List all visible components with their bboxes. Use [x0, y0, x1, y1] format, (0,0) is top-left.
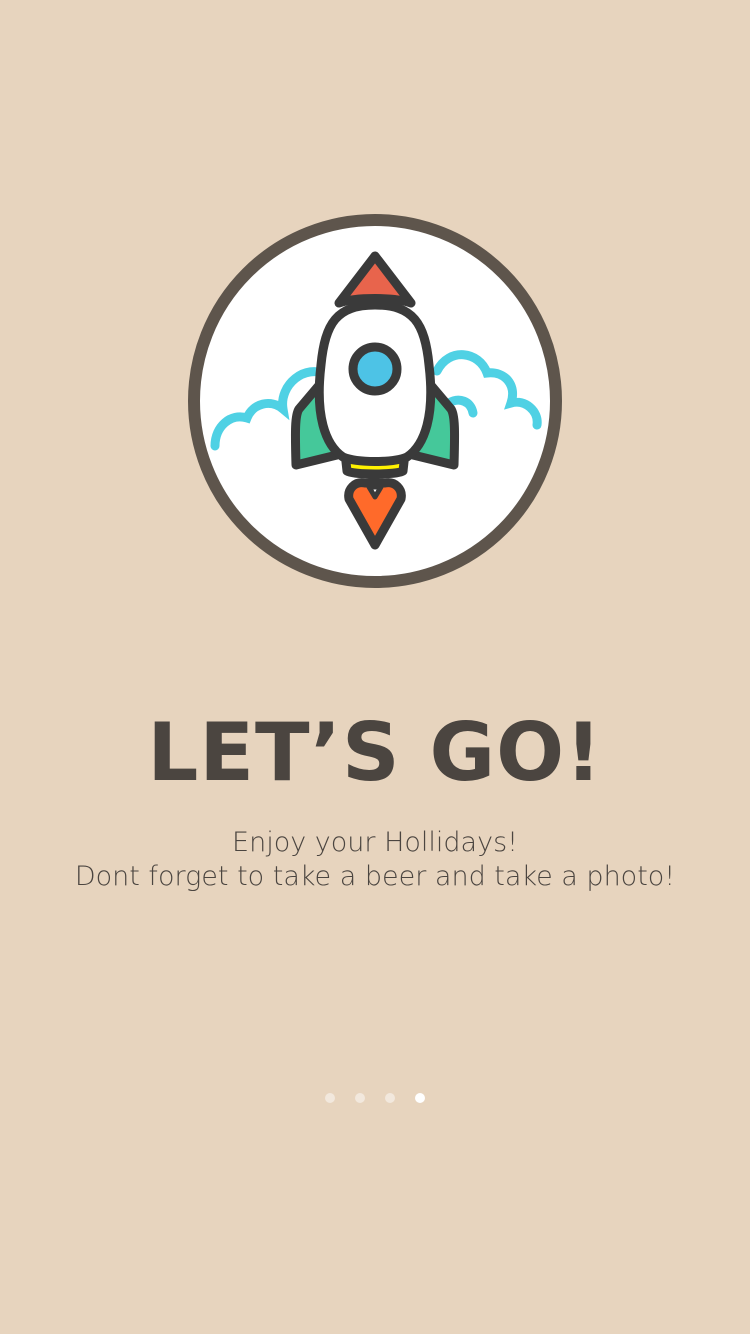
rocket-window [348, 342, 402, 396]
rocket-badge [187, 213, 563, 589]
page-subtitle: Enjoy your Hollidays! Dont forget to tak… [0, 826, 750, 894]
subtitle-line-2: Dont forget to take a beer and take a ph… [74, 861, 676, 892]
rocket-icon [188, 214, 562, 588]
page-dot-4[interactable] [415, 1093, 425, 1103]
onboarding-screen: LET’S GO! Enjoy your Hollidays! Dont for… [0, 0, 750, 1334]
subtitle-line-1: Enjoy your Hollidays! [232, 827, 518, 858]
page-dot-2[interactable] [355, 1093, 365, 1103]
page-dot-3[interactable] [385, 1093, 395, 1103]
page-dot-1[interactable] [325, 1093, 335, 1103]
page-title: LET’S GO! [147, 706, 603, 799]
page-indicator [0, 1093, 750, 1105]
